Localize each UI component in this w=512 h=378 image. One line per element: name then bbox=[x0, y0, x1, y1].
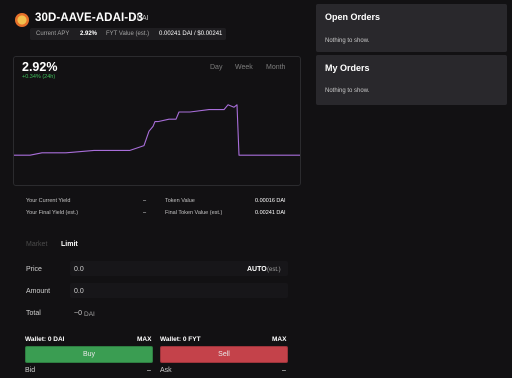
amount-label: Amount bbox=[26, 288, 51, 295]
open-orders-title: Open Orders bbox=[325, 12, 381, 22]
apy-series-line bbox=[14, 104, 300, 156]
fyt-value-label: FYT Value (est.) bbox=[106, 30, 150, 37]
final-yield-value: – bbox=[143, 210, 147, 216]
total-value: ~0 bbox=[74, 310, 82, 317]
token-value-value: 0.00016 DAI bbox=[255, 198, 286, 204]
amount-input[interactable]: 0.0 bbox=[70, 283, 288, 298]
token-value-label: Token Value bbox=[165, 198, 195, 204]
total-label: Total bbox=[26, 310, 41, 317]
current-yield-label: Your Current Yield bbox=[26, 198, 71, 204]
price-value: 0.0 bbox=[74, 266, 84, 273]
buy-max-button[interactable]: MAX bbox=[137, 336, 151, 343]
open-orders-panel: Open Orders Nothing to show. bbox=[316, 4, 507, 52]
my-orders-panel: My Orders Nothing to show. bbox=[316, 55, 507, 105]
fyt-value-value: 0.00241 DAI / $0.00241 bbox=[159, 30, 223, 37]
tab-week[interactable]: Week bbox=[235, 64, 253, 71]
sell-button[interactable]: Sell bbox=[160, 346, 288, 363]
ask-label: Ask bbox=[160, 367, 172, 374]
tab-market[interactable]: Market bbox=[26, 241, 47, 248]
final-token-value-label: Final Token Value (est.) bbox=[165, 210, 223, 216]
title-unit: / DAI bbox=[133, 15, 149, 22]
auto-price-button[interactable]: AUTO bbox=[247, 266, 267, 273]
open-orders-empty: Nothing to show. bbox=[325, 38, 370, 44]
amount-value: 0.0 bbox=[74, 288, 84, 295]
final-yield-label: Your Final Yield (est.) bbox=[26, 210, 79, 216]
final-token-value-value: 0.00241 DAI bbox=[255, 210, 286, 216]
info-bar: Current APY 2.92% FYT Value (est.) 0.002… bbox=[30, 28, 226, 40]
tab-limit[interactable]: Limit bbox=[61, 241, 78, 248]
bid-label: Bid bbox=[25, 367, 36, 374]
auto-suffix: (est.) bbox=[267, 266, 281, 273]
my-orders-title: My Orders bbox=[325, 63, 370, 73]
current-apy-label: Current APY bbox=[36, 30, 70, 37]
tab-month[interactable]: Month bbox=[266, 64, 285, 71]
token-logo-icon bbox=[15, 13, 29, 27]
current-apy-value: 2.92% bbox=[80, 30, 98, 37]
ask-value: – bbox=[282, 367, 286, 374]
price-input[interactable]: 0.0 AUTO (est.) bbox=[70, 261, 288, 276]
tab-day[interactable]: Day bbox=[210, 64, 222, 71]
chart-apy-value: 2.92% bbox=[22, 60, 58, 74]
apy-line-chart bbox=[14, 104, 300, 156]
buy-wallet-balance: Wallet: 0 DAI bbox=[25, 336, 65, 343]
buy-button[interactable]: Buy bbox=[25, 346, 153, 363]
sell-wallet-balance: Wallet: 0 FYT bbox=[160, 336, 201, 343]
price-label: Price bbox=[26, 266, 42, 273]
page-title: 30D-AAVE-ADAI-⁠D3 bbox=[35, 12, 144, 24]
bid-value: – bbox=[147, 367, 151, 374]
sell-max-button[interactable]: MAX bbox=[272, 336, 286, 343]
chart-apy-change: +0.34% (24h) bbox=[22, 74, 56, 80]
my-orders-empty: Nothing to show. bbox=[325, 88, 370, 94]
total-unit: DAI bbox=[84, 310, 95, 318]
current-yield-value: – bbox=[143, 198, 147, 204]
